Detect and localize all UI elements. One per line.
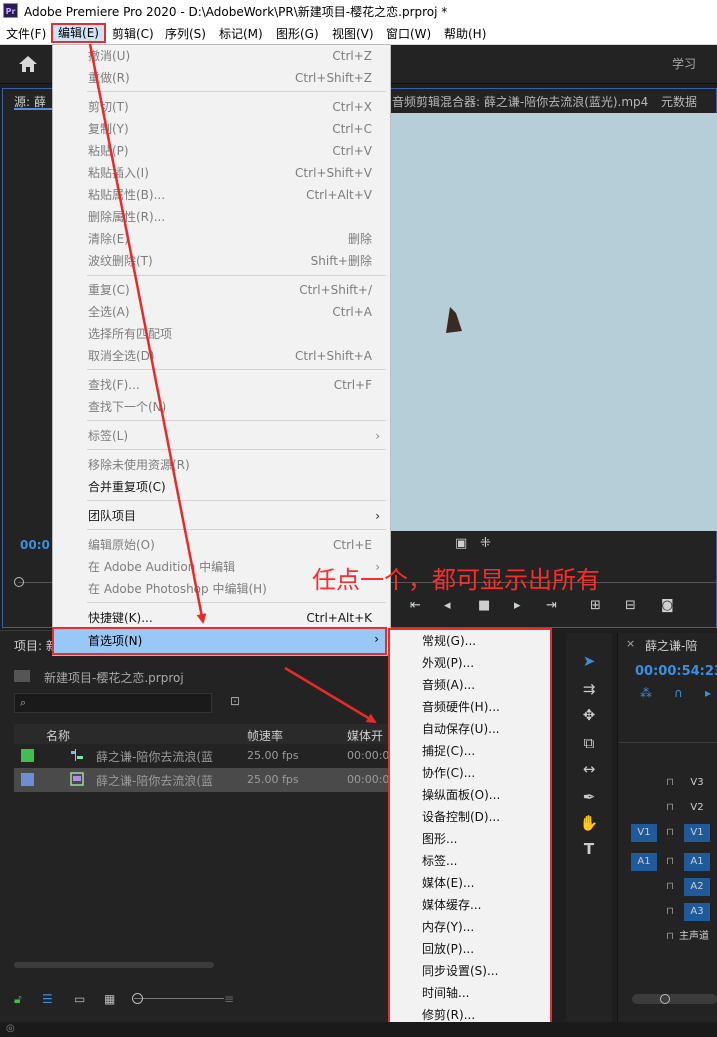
annotation-text: 任点一个，都可显示出所有 bbox=[312, 566, 600, 594]
status-bar: ◎ bbox=[0, 1022, 717, 1037]
status-icon: ◎ bbox=[6, 1023, 15, 1034]
annotation-arrows bbox=[88, 43, 377, 724]
